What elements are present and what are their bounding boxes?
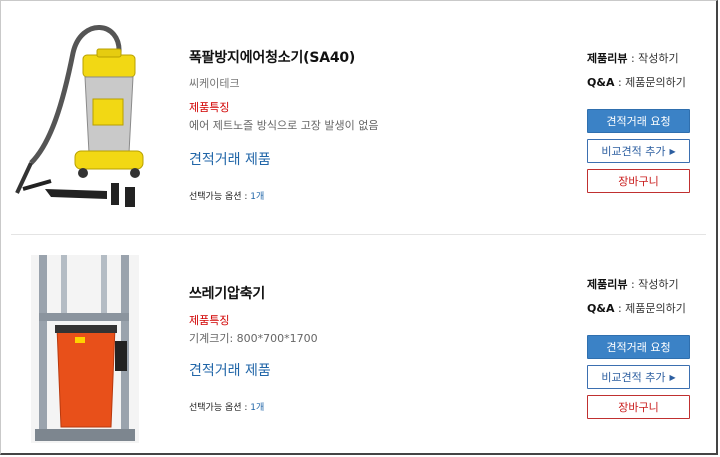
quote-request-button[interactable]: 견적거래 요청 — [587, 109, 690, 133]
divider — [11, 234, 706, 235]
feature-label: 제품특징 — [189, 101, 230, 114]
compare-quote-button[interactable]: 비교견적 추가 ▶ — [587, 365, 690, 389]
product-info: 폭팔방지에어청소기(SA40) 씨케이테크 제품특징 에어 제트노즐 방식으로 … — [189, 47, 379, 202]
qa-line: Q&A : 제품문의하기 — [587, 74, 691, 90]
compare-quote-button[interactable]: 비교견적 추가 ▶ — [587, 139, 690, 163]
vacuum-cleaner-icon — [15, 25, 144, 207]
product-image-compactor[interactable] — [31, 255, 139, 443]
qa-key: Q&A — [587, 302, 615, 315]
review-line: 제품리뷰 : 작성하기 — [587, 276, 691, 292]
product-maker: 씨케이테크 — [189, 77, 240, 90]
qa-line: Q&A : 제품문의하기 — [587, 300, 691, 316]
feature-label: 제품특징 — [189, 314, 230, 327]
review-key: 제품리뷰 — [587, 278, 628, 291]
product-title[interactable]: 폭팔방지에어청소기(SA40) — [189, 47, 379, 67]
options-info: 선택가능 옵션 : 1개 — [189, 189, 379, 202]
product-card: 폭팔방지에어청소기(SA40) 씨케이테크 제품특징 에어 제트노즐 방식으로 … — [1, 3, 716, 223]
options-count[interactable]: 1개 — [250, 403, 264, 413]
write-review-link[interactable]: : 작성하기 — [627, 52, 679, 65]
cart-button[interactable]: 장바구니 — [587, 169, 690, 193]
product-title[interactable]: 쓰레기압축기 — [189, 283, 318, 303]
triangle-right-icon: ▶ — [669, 146, 676, 156]
triangle-right-icon: ▶ — [669, 372, 676, 382]
cart-button[interactable]: 장바구니 — [587, 395, 690, 419]
product-image-vacuum[interactable] — [11, 13, 159, 213]
options-info: 선택가능 옵션 : 1개 — [189, 400, 318, 413]
product-inquiry-link[interactable]: : 제품문의하기 — [614, 76, 686, 89]
options-count[interactable]: 1개 — [250, 192, 264, 202]
trash-compactor-icon — [31, 255, 139, 443]
trade-product-link[interactable]: 견적거래 제품 — [189, 360, 271, 380]
quote-request-button[interactable]: 견적거래 요청 — [587, 335, 690, 359]
options-label: 선택가능 옵션 : — [189, 192, 251, 202]
options-label: 선택가능 옵션 : — [189, 403, 251, 413]
product-list: 폭팔방지에어청소기(SA40) 씨케이테크 제품특징 에어 제트노즐 방식으로 … — [0, 0, 718, 455]
compare-quote-label: 비교견적 추가 — [601, 145, 666, 158]
product-card: 쓰레기압축기 제품특징 기계크기: 800*700*1700 견적거래 제품 선… — [1, 237, 716, 453]
trade-product-link[interactable]: 견적거래 제품 — [189, 149, 271, 169]
write-review-link[interactable]: : 작성하기 — [627, 278, 679, 291]
review-key: 제품리뷰 — [587, 52, 628, 65]
feature-text: 기계크기: 800*700*1700 — [189, 332, 318, 345]
compare-quote-label: 비교견적 추가 — [601, 371, 666, 384]
feature-text: 에어 제트노즐 방식으로 고장 발생이 없음 — [189, 119, 379, 132]
product-inquiry-link[interactable]: : 제품문의하기 — [614, 302, 686, 315]
product-info: 쓰레기압축기 제품특징 기계크기: 800*700*1700 견적거래 제품 선… — [189, 283, 318, 413]
qa-key: Q&A — [587, 76, 615, 89]
review-line: 제품리뷰 : 작성하기 — [587, 50, 691, 66]
